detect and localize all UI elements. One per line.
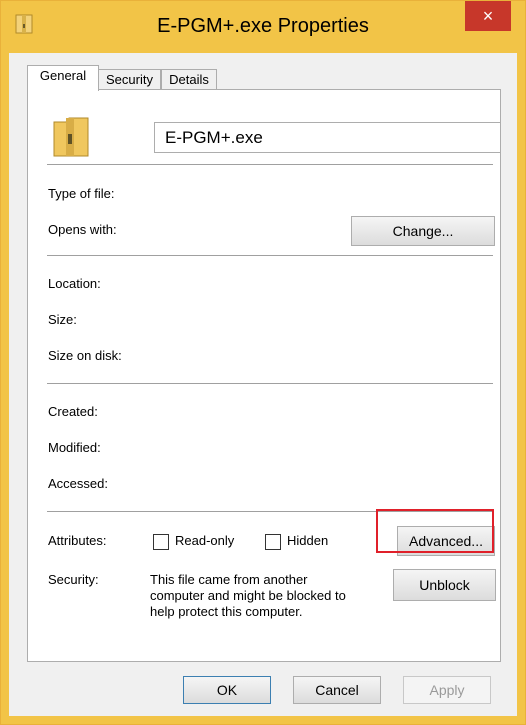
change-button[interactable]: Change... <box>351 216 495 246</box>
security-message-line: computer and might be blocked to <box>150 588 346 603</box>
hidden-checkbox[interactable] <box>265 534 281 550</box>
tab-security[interactable]: Security <box>98 69 161 90</box>
opens-with-label: Opens with: <box>48 222 117 237</box>
location-label: Location: <box>48 276 101 291</box>
dialog-body: General Security Details E-PGM+.exe Type… <box>9 53 517 716</box>
tab-details[interactable]: Details <box>161 69 217 90</box>
created-label: Created: <box>48 404 98 419</box>
accessed-label: Accessed: <box>48 476 108 491</box>
read-only-label[interactable]: Read-only <box>175 533 234 548</box>
unblock-button[interactable]: Unblock <box>393 569 496 601</box>
type-of-file-label: Type of file: <box>48 186 115 201</box>
size-on-disk-label: Size on disk: <box>48 348 122 363</box>
window-title: E-PGM+.exe Properties <box>157 15 369 37</box>
cancel-button[interactable]: Cancel <box>293 676 381 704</box>
separator <box>47 164 493 165</box>
ok-button[interactable]: OK <box>183 676 271 704</box>
separator <box>47 383 493 384</box>
zip-folder-icon <box>53 117 89 157</box>
security-message-line: help protect this computer. <box>150 604 303 619</box>
security-message: This file came from another computer and… <box>150 572 346 620</box>
apply-button[interactable]: Apply <box>403 676 491 704</box>
size-label: Size: <box>48 312 77 327</box>
separator <box>47 255 493 256</box>
read-only-checkbox[interactable] <box>153 534 169 550</box>
general-panel: E-PGM+.exe Type of file: Opens with: Cha… <box>27 89 501 662</box>
properties-window: E-PGM+.exe Properties × General Security… <box>0 0 526 725</box>
hidden-label[interactable]: Hidden <box>287 533 328 548</box>
file-name-field[interactable]: E-PGM+.exe <box>154 122 501 153</box>
title-bar[interactable]: E-PGM+.exe Properties × <box>1 1 525 53</box>
security-label: Security: <box>48 572 99 587</box>
security-message-line: This file came from another <box>150 572 308 587</box>
unblock-highlight-box <box>376 509 494 553</box>
close-button[interactable]: × <box>465 1 511 31</box>
tab-general[interactable]: General <box>27 65 99 91</box>
modified-label: Modified: <box>48 440 101 455</box>
attributes-label: Attributes: <box>48 533 107 548</box>
